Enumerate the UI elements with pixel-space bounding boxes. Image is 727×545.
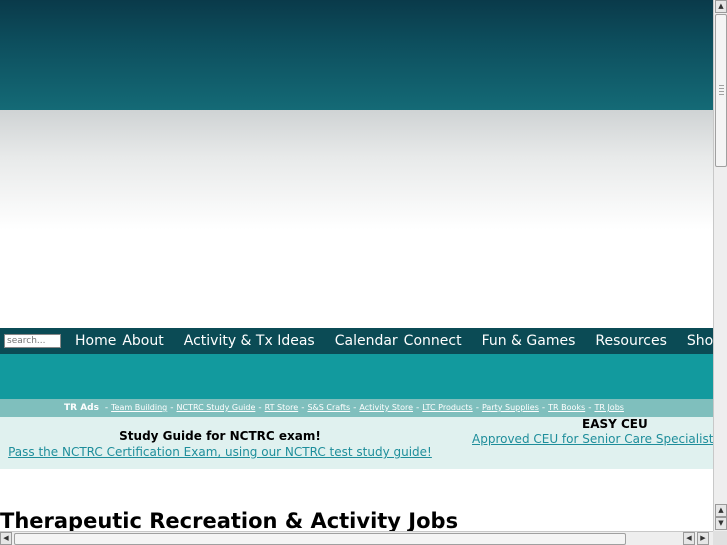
promo-easy-ceu: EASY CEU Approved CEU for Senior Care Sp… bbox=[472, 417, 713, 446]
ad-separator: - bbox=[353, 403, 357, 413]
scroll-left-arrow-icon-right[interactable]: ◀ bbox=[683, 532, 695, 545]
vertical-scroll-thumb[interactable] bbox=[715, 14, 727, 167]
nav-calendar[interactable]: Calendar bbox=[335, 333, 398, 349]
promo-easy-ceu-link[interactable]: Approved CEU for Senior Care Specialists… bbox=[472, 432, 713, 446]
ads-bar: TR Ads - Team Building - NCTRC Study Guide -… bbox=[0, 399, 713, 417]
scroll-left-arrow-icon[interactable]: ◀ bbox=[0, 532, 12, 545]
promo-study-guide-title: Study Guide for NCTRC exam! bbox=[119, 429, 321, 443]
ad-link[interactable]: Party Supplies bbox=[482, 403, 539, 412]
header-banner bbox=[0, 0, 713, 110]
nav-shop[interactable]: Shop bbox=[687, 333, 713, 349]
page-title: Therapeutic Recreation & Activity Jobs bbox=[0, 509, 459, 531]
ad-link[interactable]: Activity Store bbox=[359, 403, 413, 412]
ad-link[interactable]: LTC Products bbox=[422, 403, 472, 412]
ad-separator: - bbox=[416, 403, 420, 413]
ad-link[interactable]: TR Books bbox=[548, 403, 585, 412]
search-input[interactable] bbox=[4, 334, 61, 348]
scroll-down-arrow-icon[interactable]: ▼ bbox=[715, 517, 727, 530]
ad-separator: - bbox=[301, 403, 305, 413]
horizontal-scroll-thumb[interactable] bbox=[14, 533, 626, 545]
ad-link[interactable]: S&S Crafts bbox=[307, 403, 350, 412]
ad-link[interactable]: RT Store bbox=[265, 403, 299, 412]
vertical-scrollbar[interactable]: ▲ ▲ ▼ bbox=[713, 0, 727, 531]
nav-resources[interactable]: Resources bbox=[595, 333, 667, 349]
promo-section: Study Guide for NCTRC exam! Pass the NCT… bbox=[0, 417, 713, 469]
nav-about[interactable]: About bbox=[122, 333, 163, 349]
page-viewport: Home About Activity & Tx Ideas Calendar … bbox=[0, 0, 713, 531]
ads-label: TR Ads bbox=[64, 403, 99, 413]
ad-link[interactable]: Team Building bbox=[111, 403, 167, 412]
header-gradient bbox=[0, 110, 713, 230]
promo-study-guide: Study Guide for NCTRC exam! Pass the NCT… bbox=[0, 429, 440, 459]
nav-home[interactable]: Home bbox=[75, 333, 116, 349]
ad-link[interactable]: TR Jobs bbox=[594, 403, 624, 412]
ad-link[interactable]: NCTRC Study Guide bbox=[176, 403, 255, 412]
nav-connect[interactable]: Connect bbox=[404, 333, 462, 349]
ad-separator: - bbox=[541, 403, 546, 413]
ad-separator: - bbox=[258, 403, 262, 413]
ad-separator: - bbox=[170, 403, 174, 413]
promo-study-guide-link[interactable]: Pass the NCTRC Certification Exam, using… bbox=[0, 445, 440, 459]
main-navbar: Home About Activity & Tx Ideas Calendar … bbox=[0, 328, 713, 354]
horizontal-scrollbar[interactable]: ◀ ◀ ▶ bbox=[0, 531, 713, 545]
ad-separator: - bbox=[588, 403, 592, 413]
nav-activity-tx-ideas[interactable]: Activity & Tx Ideas bbox=[184, 333, 315, 349]
scroll-right-arrow-icon[interactable]: ▶ bbox=[697, 532, 709, 545]
scrollbar-corner bbox=[713, 531, 727, 545]
promo-easy-ceu-title: EASY CEU bbox=[582, 417, 648, 431]
nav-fun-games[interactable]: Fun & Games bbox=[482, 333, 576, 349]
scroll-up-arrow-icon-lower[interactable]: ▲ bbox=[715, 504, 727, 517]
scroll-up-arrow-icon[interactable]: ▲ bbox=[715, 0, 727, 13]
teal-banner bbox=[0, 354, 713, 399]
ad-separator: - bbox=[104, 403, 109, 413]
ad-separator: - bbox=[475, 403, 479, 413]
